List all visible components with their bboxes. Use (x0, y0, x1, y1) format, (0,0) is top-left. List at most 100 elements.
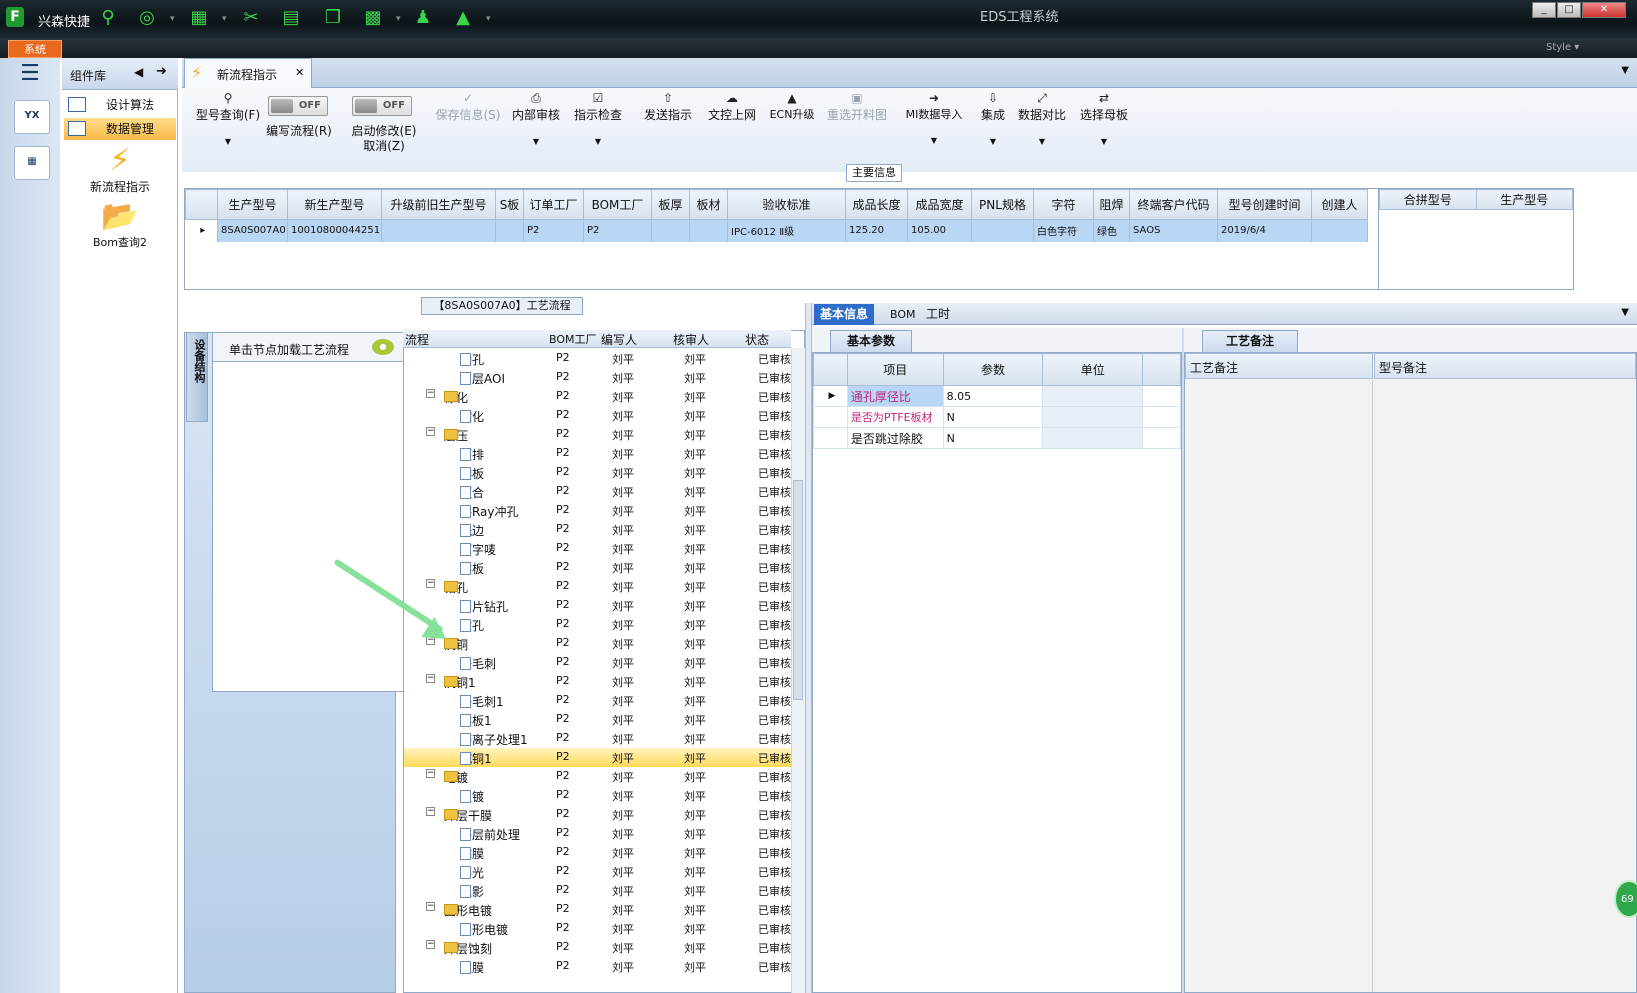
tree-row[interactable]: −层压 P2 刘平 刘平 已审核 (404, 425, 792, 444)
internal-review-button[interactable]: ⎙ 内部审核 ▼ (508, 90, 564, 146)
tree-node-name[interactable]: 外层干膜 (444, 807, 492, 824)
select-motherboard-button[interactable]: ⇄ 选择母板 ▼ (1076, 90, 1132, 146)
column-header[interactable]: 创建人 (1311, 189, 1368, 220)
cancel-modify-label[interactable]: 取消(Z) (344, 137, 424, 154)
collapse-icon[interactable]: − (426, 389, 435, 398)
table-cell[interactable] (381, 219, 496, 242)
tree-node-name[interactable]: 棕化 (444, 389, 468, 406)
tree-node-name[interactable]: 退膜 (460, 959, 484, 976)
column-header[interactable]: 板厚 (651, 189, 690, 220)
process-notes-field[interactable] (1185, 380, 1373, 992)
tree-node-name[interactable]: 外层蚀刻 (444, 940, 492, 957)
film-icon[interactable]: ▤ (280, 7, 302, 29)
table-cell[interactable]: 白色字符 (1033, 219, 1094, 242)
tree-row[interactable]: 退膜 P2 刘平 刘平 已审核 (404, 957, 792, 976)
column-header[interactable]: 型号创建时间 (1217, 189, 1312, 220)
table-cell[interactable]: SAOS (1129, 219, 1218, 242)
tree-row[interactable]: 烘板 P2 刘平 刘平 已审核 (404, 558, 792, 577)
tree-node-name[interactable]: 贴膜 (460, 845, 484, 862)
lifebuoy-icon[interactable]: ◎ (136, 7, 158, 29)
tree-row[interactable]: − 外层蚀刻 P2 刘平 刘平 已审核 (404, 938, 792, 957)
column-header[interactable]: 板材 (689, 189, 728, 220)
collapse-icon[interactable]: − (426, 769, 435, 778)
instruction-check-button[interactable]: ☑ 指示检查 ▼ (570, 90, 626, 146)
tree-node-name[interactable]: 沉铜1 (444, 674, 476, 691)
column-header[interactable]: 流程 (405, 331, 429, 348)
table-cell[interactable]: IPC-6012 Ⅱ级 (727, 219, 846, 242)
tree-node-name[interactable]: 沉铜1 (460, 750, 492, 767)
table-row[interactable]: 是否为PTFE板材 N (813, 406, 1181, 428)
tab-basic-params[interactable]: 基本参数 (830, 330, 912, 352)
column-header[interactable]: 生产型号 (1475, 189, 1573, 210)
area-chart-icon[interactable]: ▲ (452, 7, 474, 29)
calculator-icon[interactable]: ▦ (14, 146, 50, 180)
tab-work-hours[interactable]: 工时 (920, 304, 956, 325)
component-item-data-management[interactable]: 数据管理 (64, 118, 176, 140)
tree-node-name[interactable]: 电镀 (444, 769, 468, 786)
comment-bubble-icon[interactable]: ● (372, 339, 394, 355)
column-header[interactable]: 验收标准 (727, 189, 846, 220)
tree-node-name[interactable]: 图形电镀 (444, 902, 492, 919)
floating-badge[interactable]: 69 (1614, 880, 1637, 918)
tree-row[interactable]: 等离子处理1 P2 刘平 刘平 已审核 (404, 729, 792, 748)
tree-row[interactable]: − 沉铜1 P2 刘平 刘平 已审核 (404, 672, 792, 691)
column-header[interactable]: S板 (495, 189, 524, 220)
tree-row[interactable]: 棕化 P2 刘平 刘平 已审核 (404, 406, 792, 425)
column-header[interactable]: 成品长度 (845, 189, 908, 220)
system-menu-button[interactable]: 系统 (8, 40, 62, 58)
tree-row[interactable]: X-Ray冲孔 P2 刘平 刘平 已审核 (404, 501, 792, 520)
tree-node-name[interactable]: 铝片钻孔 (460, 598, 508, 615)
tree-row[interactable]: 外层前处理 P2 刘平 刘平 已审核 (404, 824, 792, 843)
sign-in-icon[interactable]: ➜ (156, 64, 167, 79)
table-cell[interactable] (689, 219, 728, 242)
column-header[interactable]: BOM工厂 (549, 331, 597, 347)
tree-node-name[interactable]: 板镀 (460, 788, 484, 805)
data-compare-button[interactable]: ⤢ 数据对比 ▼ (1014, 90, 1070, 146)
column-header[interactable]: PNL规格 (971, 189, 1034, 220)
table-cell[interactable] (971, 219, 1034, 242)
tree-node-name[interactable]: 内层AOI (460, 370, 505, 387)
collapse-icon[interactable]: − (426, 427, 435, 436)
scissors-icon[interactable]: ✂ (240, 7, 262, 29)
tree-row[interactable]: 钻孔 P2 刘平 刘平 已审核 (404, 615, 792, 634)
table-cell[interactable]: P2 (523, 219, 584, 242)
copy-icon[interactable]: ❐ (322, 7, 344, 29)
row-selector-header[interactable] (185, 189, 218, 220)
ecn-upgrade-button[interactable]: ▲ ECN升级 (764, 90, 820, 122)
table-cell[interactable]: 125.20 (845, 219, 908, 242)
write-flow-toggle[interactable]: OFF (268, 96, 328, 116)
tab-list-dropdown-icon[interactable]: ▼ (1621, 307, 1629, 318)
style-selector[interactable]: Style ▾ (1546, 42, 1579, 53)
tree-row[interactable]: 烘板1 P2 刘平 刘平 已审核 (404, 710, 792, 729)
table-cell[interactable]: 2019/6/4 (1217, 219, 1312, 242)
yx-factory-icon[interactable]: YX (14, 100, 50, 134)
column-header[interactable]: 生产型号 (217, 189, 288, 220)
dropdown-icon[interactable]: ▾ (222, 14, 227, 24)
tree-row[interactable]: −棕化 P2 刘平 刘平 已审核 (404, 387, 792, 406)
column-header[interactable]: 升级前旧生产型号 (381, 189, 496, 220)
start-modify-toggle[interactable]: OFF (352, 96, 412, 116)
maximize-button[interactable]: □ (1557, 2, 1581, 18)
tree-node-name[interactable]: 烘板1 (460, 712, 492, 729)
tree-row[interactable]: 冲孔 P2 刘平 刘平 已审核 (404, 349, 792, 368)
panel-splitter[interactable] (805, 303, 812, 993)
tree-row[interactable]: 沉铜1 P2 刘平 刘平 已审核 (404, 748, 792, 767)
column-header[interactable]: 项目 (846, 353, 944, 386)
param-value[interactable]: N (942, 427, 1044, 449)
tree-node-name[interactable]: 预排 (460, 446, 484, 463)
tree-row[interactable]: 内层AOI P2 刘平 刘平 已审核 (404, 368, 792, 387)
dropdown-icon[interactable]: ▾ (170, 14, 175, 24)
tree-node-name[interactable]: 铣边 (460, 522, 484, 539)
grid-icon[interactable]: ▦ (188, 7, 210, 29)
table-row[interactable]: 是否跳过除胶 N (813, 427, 1181, 449)
tree-node-name[interactable]: 等离子处理1 (460, 731, 528, 748)
integrate-button[interactable]: ⇩ 集成 ▼ (976, 90, 1010, 146)
model-query-button[interactable]: ⚲ 型号查询(F) ▼ (190, 90, 266, 146)
column-header[interactable]: 单位 (1042, 353, 1144, 386)
tab-basic-info[interactable]: 基本信息 (814, 304, 875, 325)
column-header[interactable]: 订单工厂 (523, 189, 584, 220)
tree-node-name[interactable]: 钻孔 (444, 579, 468, 596)
table-row[interactable]: ▶ 通孔厚径比 8.05 (813, 385, 1181, 407)
tree-row[interactable]: 打字唛 P2 刘平 刘平 已审核 (404, 539, 792, 558)
collapse-left-icon[interactable]: ◀ (134, 65, 143, 79)
